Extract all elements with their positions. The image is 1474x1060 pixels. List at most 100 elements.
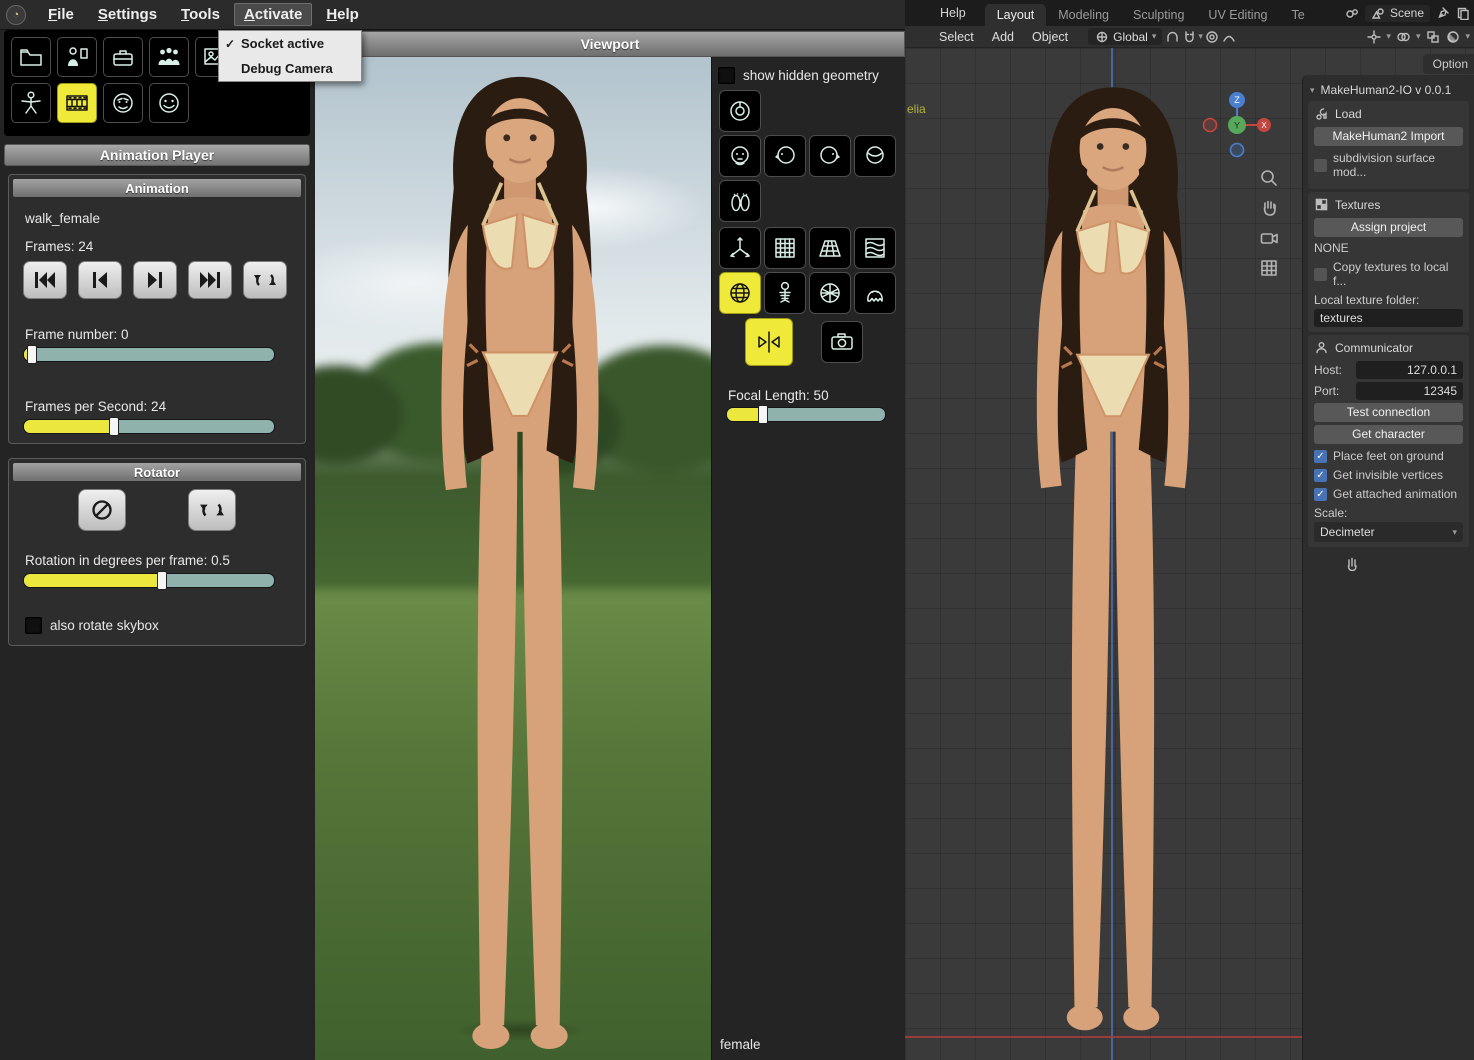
tab-uv-editing[interactable]: UV Editing (1196, 4, 1279, 26)
attached-animation-checkbox[interactable]: ✓ (1314, 488, 1327, 501)
materials-suitcase-icon[interactable] (103, 37, 143, 77)
viewport-shading-icon[interactable] (1445, 29, 1460, 44)
head-top-view-icon[interactable] (719, 90, 761, 132)
axes-icon[interactable] (719, 227, 761, 269)
grid-fine-icon[interactable] (764, 227, 806, 269)
gizmos-chevron-icon[interactable]: ▾ (1386, 31, 1391, 42)
test-connection-button[interactable]: Test connection (1314, 403, 1463, 422)
previous-frame-icon[interactable] (78, 261, 122, 299)
tab-modeling[interactable]: Modeling (1046, 4, 1121, 26)
invisible-vertices-checkbox[interactable]: ✓ (1314, 469, 1327, 482)
get-character-button[interactable]: Get character (1314, 425, 1463, 444)
next-frame-icon[interactable] (133, 261, 177, 299)
expression-icon[interactable] (103, 83, 143, 123)
show-hidden-geometry-checkbox[interactable] (718, 67, 735, 84)
makehuman2-import-button[interactable]: MakeHuman2 Import (1314, 127, 1463, 146)
makehuman-3d-viewport[interactable] (315, 57, 711, 1060)
show-gizmos-icon[interactable] (1366, 29, 1381, 44)
focal-length-slider-handle[interactable] (758, 405, 768, 424)
pose-load-icon[interactable] (57, 37, 97, 77)
pin-icon[interactable] (1435, 6, 1450, 21)
subdivision-checkbox[interactable] (1314, 159, 1327, 172)
fps-slider[interactable] (23, 419, 275, 434)
port-input[interactable]: 12345 (1356, 382, 1463, 400)
smiley-icon[interactable] (149, 83, 189, 123)
scene-widget[interactable]: Scene (1365, 5, 1430, 22)
scale-dropdown[interactable]: Decimeter ▾ (1314, 522, 1463, 542)
rotator-section-title: Rotator (13, 463, 301, 481)
fps-slider-handle[interactable] (109, 417, 119, 436)
globe-skybox-icon[interactable] (719, 272, 761, 314)
falloff-curve-icon[interactable] (1222, 29, 1237, 44)
makehuman2-io-panel-header[interactable]: ▾ MakeHuman2-IO v 0.0.1 (1308, 79, 1469, 101)
feet-view-icon[interactable] (719, 180, 761, 222)
menu-help[interactable]: Help (931, 3, 975, 23)
rotation-slider[interactable] (23, 573, 275, 588)
menu-object[interactable]: Object (1024, 28, 1076, 46)
zoom-icon[interactable] (1257, 166, 1281, 190)
rotation-slider-handle[interactable] (157, 571, 167, 590)
new-scene-icon[interactable] (1455, 6, 1470, 21)
snap-target-icon[interactable] (1164, 29, 1179, 44)
files-folder-icon[interactable] (11, 37, 51, 77)
head-back-icon[interactable] (854, 135, 896, 177)
collapsed-tool-icon[interactable] (1344, 555, 1359, 570)
host-input[interactable]: 127.0.0.1 (1356, 361, 1463, 379)
skip-to-start-icon[interactable] (23, 261, 67, 299)
texture-folder-input[interactable]: textures (1314, 309, 1463, 327)
animation-film-icon[interactable] (57, 83, 97, 123)
menu-help[interactable]: Help (316, 3, 369, 26)
pan-hand-icon[interactable] (1257, 196, 1281, 220)
menu-item-debug-camera[interactable]: Debug Camera (219, 56, 361, 81)
textures-panel-header[interactable]: Textures (1314, 197, 1463, 215)
grid-perspective-icon[interactable] (809, 227, 851, 269)
blender-version-icon[interactable] (1345, 6, 1360, 21)
menu-add[interactable]: Add (984, 28, 1022, 46)
head-left-icon[interactable] (764, 135, 806, 177)
head-right-icon[interactable] (809, 135, 851, 177)
tab-texture-paint[interactable]: Te (1279, 4, 1316, 26)
transform-orientation-dropdown[interactable]: Global ▾ (1088, 28, 1162, 45)
skeleton-view-icon[interactable] (764, 272, 806, 314)
skip-to-end-icon[interactable] (188, 261, 232, 299)
ghost-mode-icon[interactable] (854, 272, 896, 314)
shading-chevron-icon[interactable]: ▾ (1465, 31, 1470, 42)
overlays-chevron-icon[interactable]: ▾ (1416, 31, 1421, 42)
copy-textures-checkbox[interactable] (1314, 268, 1327, 281)
head-front-icon[interactable] (719, 135, 761, 177)
stop-rotation-icon[interactable] (78, 489, 126, 531)
proportional-editing-icon[interactable] (1205, 29, 1220, 44)
navigation-gizmo[interactable]: Z X Y (1202, 90, 1272, 160)
menu-settings[interactable]: Settings (88, 3, 167, 26)
xray-toggle-icon[interactable] (1425, 29, 1440, 44)
loop-icon[interactable] (243, 261, 287, 299)
frame-number-slider[interactable] (23, 347, 275, 362)
assign-project-button[interactable]: Assign project (1314, 218, 1463, 237)
symmetry-icon[interactable] (745, 318, 793, 366)
snap-magnet-icon[interactable] (1181, 29, 1196, 44)
tab-sculpting[interactable]: Sculpting (1121, 4, 1196, 26)
snap-chevron-icon[interactable]: ▾ (1198, 31, 1203, 42)
rotate-loop-icon[interactable] (188, 489, 236, 531)
menu-activate[interactable]: Activate (234, 3, 312, 26)
mass-produce-icon[interactable] (149, 37, 189, 77)
menu-select[interactable]: Select (931, 28, 982, 46)
screenshot-camera-icon[interactable] (821, 321, 863, 363)
load-panel-header[interactable]: Load (1314, 106, 1463, 124)
communicator-panel-header[interactable]: Communicator (1314, 340, 1463, 358)
frame-number-slider-handle[interactable] (27, 345, 37, 364)
overlays-icon[interactable] (1396, 29, 1411, 44)
options-tab[interactable]: Option (1423, 54, 1474, 74)
menu-file[interactable]: File (38, 3, 84, 26)
focal-length-slider[interactable] (726, 407, 886, 422)
texture-icon[interactable] (854, 227, 896, 269)
pose-person-icon[interactable] (11, 83, 51, 123)
rotate-skybox-checkbox[interactable] (25, 617, 42, 634)
tab-layout[interactable]: Layout (985, 4, 1047, 26)
wireframe-head-icon[interactable] (809, 272, 851, 314)
place-feet-checkbox[interactable]: ✓ (1314, 450, 1327, 463)
menu-tools[interactable]: Tools (171, 3, 230, 26)
menu-item-socket-active[interactable]: ✓ Socket active (219, 31, 361, 56)
camera-view-icon[interactable] (1257, 226, 1281, 250)
toggle-grid-icon[interactable] (1257, 256, 1281, 280)
